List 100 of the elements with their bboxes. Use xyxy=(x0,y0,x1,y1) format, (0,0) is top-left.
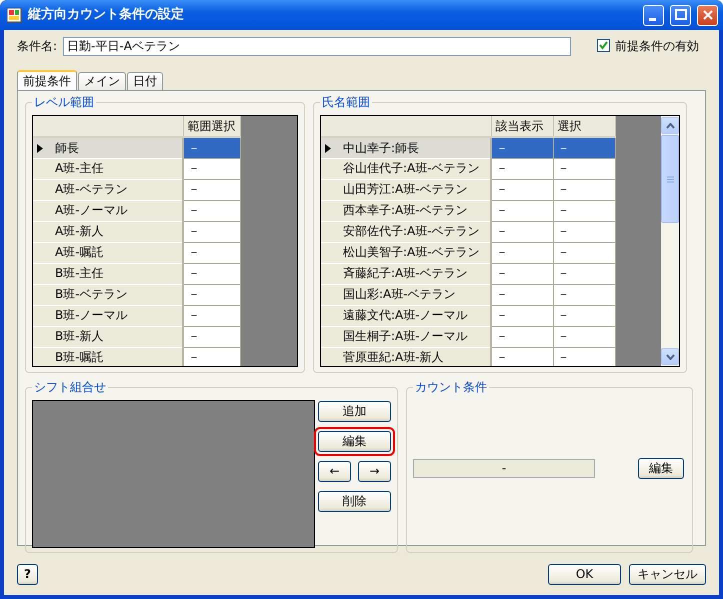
row-label: A班-新人 xyxy=(55,224,104,238)
row-header[interactable]: 中山幸子:師長 xyxy=(321,137,491,158)
row-label: 遠藤文代:A班-ノーマル xyxy=(343,308,468,322)
group-title: 氏名範囲 xyxy=(320,95,372,110)
column-header[interactable]: 選択 xyxy=(553,116,615,137)
table-cell[interactable]: － xyxy=(183,158,240,179)
table-cell[interactable]: － xyxy=(553,263,615,284)
table-cell[interactable]: － xyxy=(553,179,615,200)
row-label: 国生桐子:A班-ノーマル xyxy=(343,329,468,344)
table-cell[interactable]: － xyxy=(491,158,553,179)
checkbox[interactable] xyxy=(597,39,610,52)
row-label: B班-嘱託 xyxy=(55,350,104,364)
table-cell[interactable]: － xyxy=(183,326,240,347)
row-header[interactable]: B班-新人 xyxy=(33,326,183,347)
tab[interactable]: 日付 xyxy=(127,72,163,90)
button[interactable]: 追加 xyxy=(318,401,391,422)
group-title: カウント条件 xyxy=(413,380,489,394)
table-cell[interactable]: － xyxy=(183,179,240,200)
row-header[interactable]: 松山美智子:A班-ベテラン xyxy=(321,242,491,263)
row-header[interactable]: B班-主任 xyxy=(33,263,183,284)
row-header[interactable]: 斉藤紀子:A班-ベテラン xyxy=(321,263,491,284)
row-header[interactable]: A班-ノーマル xyxy=(33,200,183,221)
table-cell[interactable]: － xyxy=(491,137,553,158)
row-header[interactable]: A班-嘱託 xyxy=(33,242,183,263)
scroll-down-button[interactable] xyxy=(661,348,679,365)
row-header[interactable]: 遠藤文代:A班-ノーマル xyxy=(321,305,491,326)
row-header[interactable]: 菅原亜紀:A班-新人 xyxy=(321,347,491,366)
button[interactable]: → xyxy=(358,461,391,482)
table-cell[interactable]: － xyxy=(491,179,553,200)
row-label: 菅原亜紀:A班-新人 xyxy=(343,350,444,364)
help-button[interactable]: ? xyxy=(17,564,38,585)
table-cell[interactable]: － xyxy=(491,305,553,326)
button[interactable]: 削除 xyxy=(318,491,391,512)
row-label: 中山幸子:師長 xyxy=(343,140,420,155)
minimize-button[interactable] xyxy=(643,4,664,26)
row-header[interactable]: A班-主任 xyxy=(33,158,183,179)
table-cell[interactable]: － xyxy=(183,305,240,326)
table-cell[interactable]: － xyxy=(553,305,615,326)
field-label: 条件名: xyxy=(17,38,58,54)
row-label: 谷山佳代子:A班-ベテラン xyxy=(343,161,480,176)
button[interactable]: 編集 xyxy=(318,431,391,452)
table-cell[interactable]: － xyxy=(183,263,240,284)
row-label: 安部佐代子:A班-ベテラン xyxy=(343,224,480,238)
table-cell[interactable]: － xyxy=(553,200,615,221)
maximize-button[interactable] xyxy=(670,4,691,26)
tab[interactable]: メイン xyxy=(78,72,126,90)
table-cell[interactable]: － xyxy=(553,158,615,179)
checkbox-label: 前提条件の有効 xyxy=(615,38,699,54)
row-header[interactable]: 西本幸子:A班-ベテラン xyxy=(321,200,491,221)
table-cell[interactable]: － xyxy=(491,200,553,221)
tab[interactable]: 前提条件 xyxy=(17,70,77,90)
condition-name-field[interactable]: 日勤-平日-Aベテラン xyxy=(63,36,572,56)
row-header[interactable]: B班-ベテラン xyxy=(33,284,183,305)
column-header[interactable]: 該当表示 xyxy=(491,116,553,137)
table-cell[interactable]: － xyxy=(491,347,553,366)
table-cell[interactable]: － xyxy=(183,221,240,242)
scrollbar[interactable] xyxy=(661,116,679,366)
table-cell[interactable]: － xyxy=(553,242,615,263)
row-header[interactable]: 師長 xyxy=(33,137,183,158)
row-header[interactable]: 山田芳江:A班-ベテラン xyxy=(321,179,491,200)
row-header[interactable]: A班-ベテラン xyxy=(33,179,183,200)
table-cell[interactable]: － xyxy=(183,137,240,158)
table-cell[interactable]: － xyxy=(183,347,240,366)
scroll-thumb[interactable] xyxy=(661,135,679,223)
table-cell[interactable]: － xyxy=(183,200,240,221)
row-label: B班-主任 xyxy=(55,266,104,280)
row-label: B班-ベテラン xyxy=(55,287,128,302)
table-cell[interactable]: － xyxy=(183,242,240,263)
button[interactable]: OK xyxy=(548,564,621,585)
table-cell[interactable]: － xyxy=(491,221,553,242)
row-label: 師長 xyxy=(55,140,79,155)
row-header[interactable]: 国生桐子:A班-ノーマル xyxy=(321,326,491,347)
row-header[interactable]: B班-嘱託 xyxy=(33,347,183,366)
table-cell[interactable]: － xyxy=(553,137,615,158)
edit-button[interactable]: 編集 xyxy=(638,458,684,479)
button[interactable]: ← xyxy=(318,461,351,482)
row-header[interactable]: B班-ノーマル xyxy=(33,305,183,326)
row-header[interactable]: 谷山佳代子:A班-ベテラン xyxy=(321,158,491,179)
grip-icon xyxy=(666,176,674,182)
row-header[interactable]: A班-新人 xyxy=(33,221,183,242)
close-button[interactable] xyxy=(697,4,718,26)
row-label: 西本幸子:A班-ベテラン xyxy=(343,203,468,218)
group-title: レベル範囲 xyxy=(32,95,96,110)
table-cell[interactable]: － xyxy=(553,326,615,347)
column-header[interactable]: 範囲選択 xyxy=(183,116,240,137)
table-cell[interactable]: － xyxy=(491,263,553,284)
table-cell[interactable]: － xyxy=(491,284,553,305)
row-label: A班-嘱託 xyxy=(55,245,104,260)
table-cell[interactable]: － xyxy=(491,242,553,263)
table-cell[interactable]: － xyxy=(491,326,553,347)
table-cell[interactable]: － xyxy=(553,284,615,305)
row-header[interactable]: 安部佐代子:A班-ベテラン xyxy=(321,221,491,242)
table-cell[interactable]: － xyxy=(553,221,615,242)
table-cell[interactable]: － xyxy=(553,347,615,366)
row-header[interactable]: 国山彩:A班-ベテラン xyxy=(321,284,491,305)
button[interactable]: キャンセル xyxy=(629,564,706,585)
table-cell[interactable]: － xyxy=(183,284,240,305)
row-label: A班-ベテラン xyxy=(55,182,128,196)
current-row-icon xyxy=(37,144,43,153)
scroll-up-button[interactable] xyxy=(661,117,679,134)
